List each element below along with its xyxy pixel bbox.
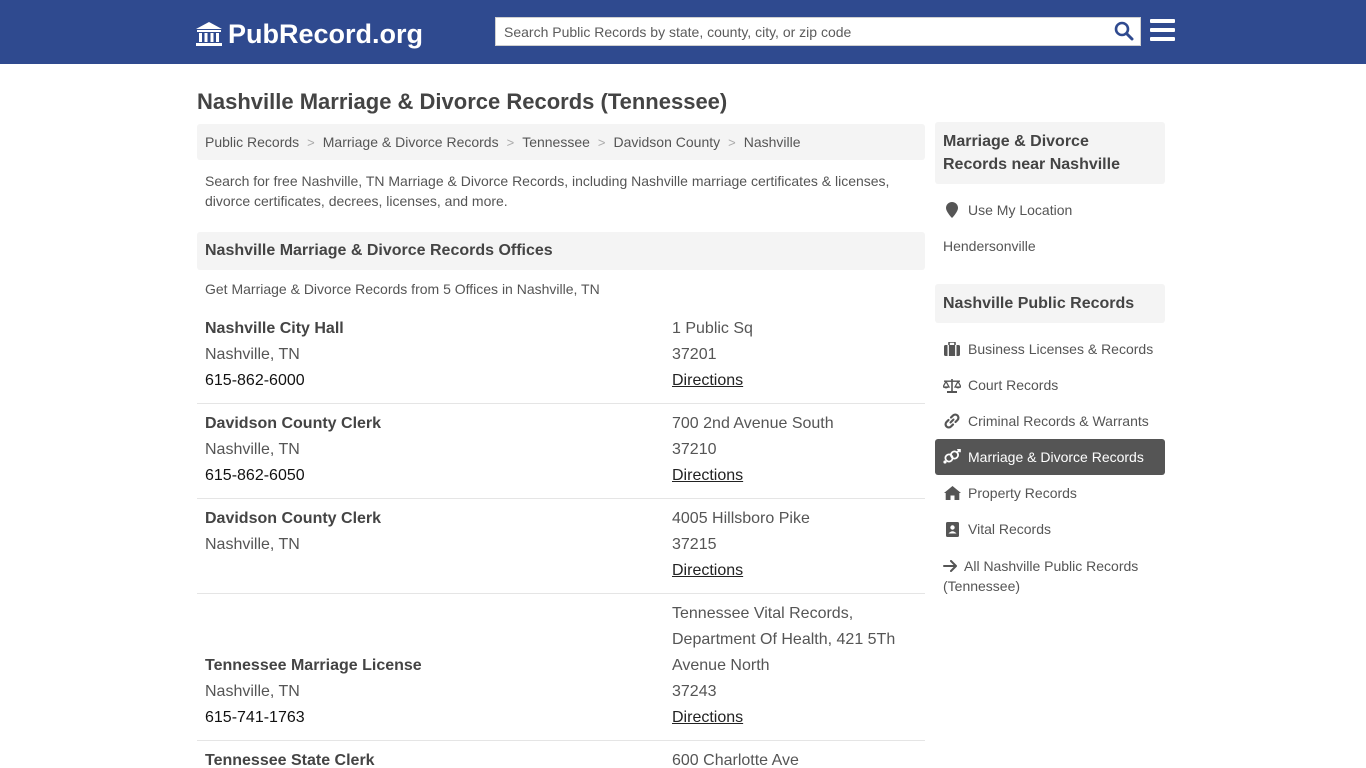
directions-link[interactable]: Directions (672, 467, 743, 484)
office-row: Davidson County Clerk Nashville, TN 4005… (197, 506, 925, 594)
page-title: Nashville Marriage & Divorce Records (Te… (197, 89, 728, 114)
office-name[interactable]: Tennessee State Clerk (205, 748, 375, 768)
nearby-city-link[interactable]: Hendersonville (943, 238, 1036, 254)
breadcrumb-marriage-divorce[interactable]: Marriage & Divorce Records (323, 134, 499, 150)
sidebar-item-label: Business Licenses & Records (968, 341, 1154, 357)
breadcrumb-separator: > (728, 134, 736, 150)
office-address: 4005 Hillsboro Pike (672, 510, 810, 527)
use-my-location-label: Use My Location (968, 202, 1073, 218)
site-header: PubRecord.org (0, 0, 1366, 64)
id-card-icon (943, 521, 961, 537)
office-name[interactable]: Davidson County Clerk (205, 506, 381, 532)
sidebar-item-vital-records[interactable]: Vital Records (935, 511, 1165, 547)
office-city: Nashville, TN (205, 346, 300, 363)
offices-count: Get Marriage & Divorce Records from 5 Of… (205, 281, 600, 297)
search-icon (1114, 21, 1134, 41)
office-row: Tennessee State Clerk 600 Charlotte Ave (197, 748, 925, 768)
home-icon (943, 485, 961, 501)
search-button[interactable] (1112, 21, 1136, 43)
office-zip: 37210 (672, 441, 717, 458)
link-icon (943, 413, 961, 429)
office-zip: 37243 (672, 683, 717, 700)
logo-text: PubRecord.org (228, 18, 424, 49)
office-phone[interactable]: 615-862-6000 (205, 368, 344, 394)
office-phone[interactable]: 615-862-6050 (205, 463, 381, 489)
sidebar-item-label: Court Records (968, 377, 1059, 393)
public-records-heading: Nashville Public Records (935, 284, 1165, 323)
office-zip: 37201 (672, 346, 717, 363)
breadcrumb-public-records[interactable]: Public Records (205, 134, 299, 150)
office-row: Tennessee Marriage License Nashville, TN… (197, 601, 925, 741)
breadcrumb-nashville[interactable]: Nashville (744, 134, 801, 150)
office-city: Nashville, TN (205, 536, 300, 553)
sidebar-item-label: Criminal Records & Warrants (968, 413, 1149, 429)
directions-link[interactable]: Directions (672, 709, 743, 726)
sidebar-item-marriage-divorce[interactable]: Marriage & Divorce Records (935, 439, 1165, 475)
breadcrumb-tennessee[interactable]: Tennessee (522, 134, 590, 150)
courthouse-icon (196, 22, 222, 46)
sidebar-item-business-licenses[interactable]: Business Licenses & Records (935, 331, 1165, 367)
office-phone[interactable]: 615-741-1763 (205, 705, 422, 731)
hamburger-menu-icon[interactable] (1150, 19, 1176, 43)
site-logo[interactable]: PubRecord.org (195, 18, 423, 50)
directions-link[interactable]: Directions (672, 372, 743, 389)
all-public-records-link[interactable]: All Nashville Public Records (Tennessee) (943, 556, 1163, 596)
office-city: Nashville, TN (205, 441, 300, 458)
office-address: 1 Public Sq (672, 320, 753, 337)
search-input[interactable] (496, 18, 1106, 45)
office-zip: 37215 (672, 536, 717, 553)
office-name[interactable]: Davidson County Clerk (205, 411, 381, 437)
sidebar-item-court-records[interactable]: Court Records (935, 367, 1165, 403)
breadcrumb-separator: > (307, 134, 315, 150)
sidebar-item-label: Marriage & Divorce Records (968, 449, 1144, 465)
office-name[interactable]: Tennessee Marriage License (205, 653, 422, 679)
office-row: Nashville City Hall Nashville, TN 615-86… (197, 316, 925, 404)
breadcrumb-separator: > (506, 134, 515, 150)
nearby-heading: Marriage & Divorce Records near Nashvill… (935, 122, 1165, 184)
scale-icon (943, 377, 961, 393)
use-my-location-link[interactable]: Use My Location (935, 192, 1165, 228)
sidebar-item-label: Vital Records (968, 521, 1052, 537)
sidebar-item-label: Property Records (968, 485, 1077, 501)
briefcase-icon (943, 341, 961, 357)
office-row: Davidson County Clerk Nashville, TN 615-… (197, 411, 925, 499)
all-public-records-label: All Nashville Public Records (Tennessee) (943, 558, 1139, 594)
breadcrumb-davidson-county[interactable]: Davidson County (614, 134, 721, 150)
office-city: Nashville, TN (205, 683, 300, 700)
breadcrumb-separator: > (597, 134, 606, 150)
venus-mars-icon (943, 449, 961, 465)
arrow-right-icon (943, 560, 957, 572)
offices-heading: Nashville Marriage & Divorce Records Off… (197, 232, 925, 270)
map-pin-icon (943, 202, 961, 218)
office-name[interactable]: Nashville City Hall (205, 316, 344, 342)
breadcrumb: Public Records > Marriage & Divorce Reco… (197, 124, 925, 160)
sidebar-item-property-records[interactable]: Property Records (935, 475, 1165, 511)
office-address: Tennessee Vital Records, Department Of H… (672, 605, 896, 674)
intro-text: Search for free Nashville, TN Marriage &… (205, 173, 890, 209)
office-address: 700 2nd Avenue South (672, 415, 834, 432)
sidebar-item-criminal-records[interactable]: Criminal Records & Warrants (935, 403, 1165, 439)
search-box (495, 17, 1141, 46)
directions-link[interactable]: Directions (672, 562, 743, 579)
office-address: 600 Charlotte Ave (672, 752, 799, 768)
